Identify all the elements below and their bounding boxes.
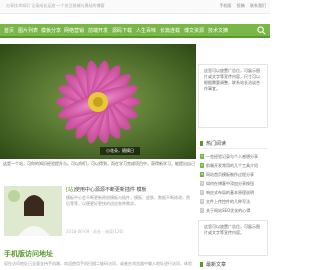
- hot-reading-list: 1 一些经验记录与个人感想分享 2 前端开发常用的几个工具介绍 3 网站首页模板制作过…: [198, 152, 268, 215]
- post-excerpt: 现在访问地址已全面支持手机端，欢迎使用手机扫描二维码访问，或者在浏览器中输入地址…: [4, 261, 192, 266]
- post-excerpt: 模板中心会不断更新原创模板与插件，模板、皮肤、数据不断修改，然后等等，以便更好更…: [66, 195, 190, 206]
- title-bullet-icon: [200, 141, 203, 146]
- nav-item[interactable]: 技术文摘: [208, 27, 228, 34]
- nav-item[interactable]: 图片列表: [18, 27, 38, 34]
- nav-item[interactable]: 首页: [4, 27, 14, 34]
- hot-item[interactable]: 6 文件上传控件的几种写法: [198, 197, 268, 206]
- nav-item[interactable]: 网络营销: [64, 27, 84, 34]
- nav-item[interactable]: 博文资源: [184, 27, 204, 34]
- top-links: 手机版 投稿 联系我们: [215, 3, 266, 9]
- site-intro: 这是一个站，可你的知识经验提升与。可以你们，可以得到，而在学习完成项目中，获得新…: [3, 161, 195, 166]
- nav-item[interactable]: 长篇连载: [160, 27, 180, 34]
- post-title[interactable]: 手机版访问地址: [4, 249, 53, 259]
- nav-item[interactable]: 前端开发: [88, 27, 108, 34]
- hot-item[interactable]: 7 关于网站SEO优化的心得: [198, 206, 268, 215]
- post-thumbnail[interactable]: [4, 186, 62, 236]
- top-bar: 分享技术知识 记录成长足迹 一个关注前端与建站的博客 手机版 投稿 联系我们: [0, 0, 270, 14]
- main-nav: 首页 图片列表 模板分享 网络营销 前端开发 源码下载 人生百味 长篇连载 博文…: [0, 24, 270, 38]
- nav-item[interactable]: 源码下载: [112, 27, 132, 34]
- title-bullet-icon: [200, 262, 203, 267]
- post-title[interactable]: [站]使用中心源源不断更新插件 模板: [66, 186, 147, 193]
- hot-item[interactable]: 2 前端开发常用的几个工具介绍: [198, 161, 268, 170]
- post-item[interactable]: [站]使用中心源源不断更新插件 模板 模板中心会不断更新原创模板与插件，模板、皮…: [0, 178, 196, 243]
- nav-item[interactable]: 人生百味: [136, 27, 156, 34]
- top-link[interactable]: 投稿: [237, 3, 245, 8]
- ad-box[interactable]: 这里可以放置广告位，可展示图片或文字等宣传内容。: [198, 220, 268, 256]
- hot-item[interactable]: 1 一些经验记录与个人感想分享: [198, 152, 268, 161]
- slider-caption: 小花朵，随摘日: [100, 147, 140, 155]
- site-tagline: 分享技术知识 记录成长足迹 一个关注前端与建站的博客: [6, 3, 105, 8]
- post-item[interactable]: 手机版访问地址 现在访问地址已全面支持手机端，欢迎使用手机扫描二维码访问，或者在…: [0, 245, 196, 270]
- latest-posts-title: 最新文章: [198, 261, 268, 268]
- top-link[interactable]: 联系我们: [250, 3, 266, 8]
- top-link[interactable]: 手机版: [219, 3, 231, 8]
- featured-image-slider[interactable]: [0, 44, 196, 159]
- nav-item[interactable]: 模板分享: [41, 27, 61, 34]
- ad-box[interactable]: 这里可以放置广告位，可展示图片或文字等宣传内容，尺寸可以根据需要调整，联系站长洽…: [198, 64, 268, 128]
- post-meta: 2018-06-09 · 站长 · 阅读(126): [66, 229, 124, 234]
- hot-item[interactable]: 4 如何在博客中添加分享按钮: [198, 179, 268, 188]
- flower-image: [0, 44, 196, 159]
- sidebar: 这里可以放置广告位，可展示图片或文字等宣传内容，尺寸可以根据需要调整，联系站长洽…: [198, 44, 270, 270]
- search-icon[interactable]: [257, 26, 266, 35]
- hot-item[interactable]: 5 响应式布局的基本原理说明: [198, 188, 268, 197]
- hot-reading-title: 热门阅读: [198, 140, 268, 149]
- hot-item[interactable]: 3 网站首页模板制作过程分享: [198, 170, 268, 179]
